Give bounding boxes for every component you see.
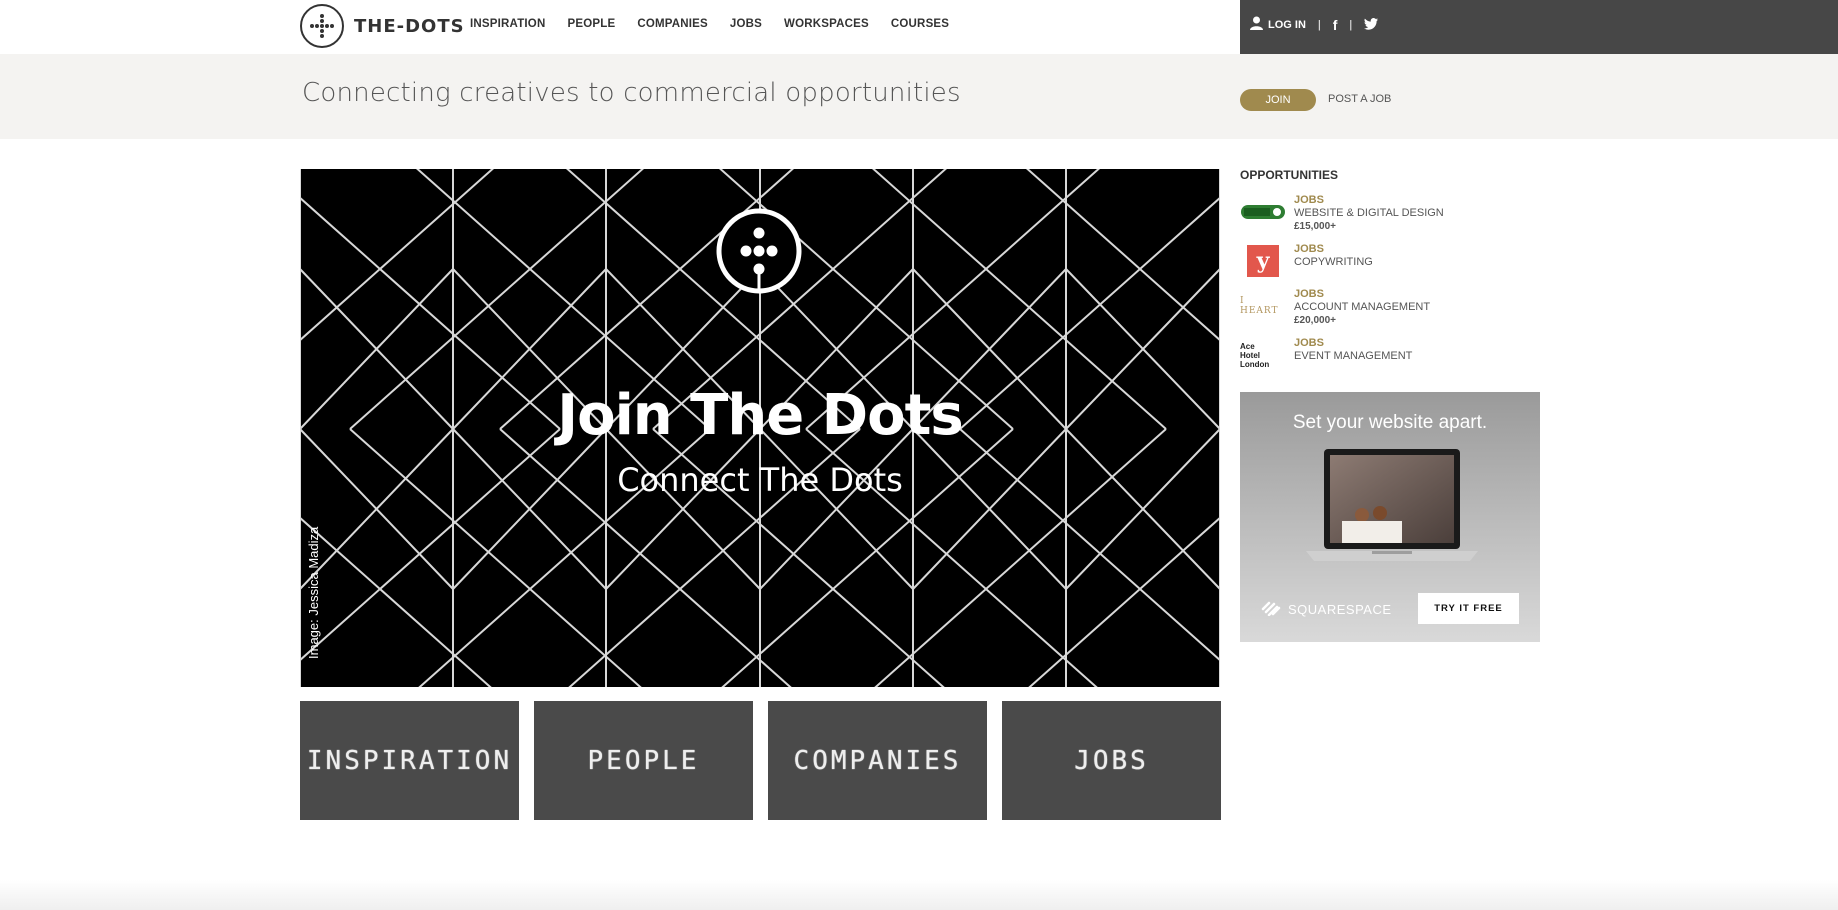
nav-people[interactable]: PEOPLE: [567, 18, 615, 30]
nav-companies[interactable]: COMPANIES: [637, 18, 708, 30]
brand-name: THE-DOTS: [354, 15, 465, 37]
company-logo: I HEART: [1240, 296, 1279, 316]
ad-headline: Set your website apart.: [1292, 412, 1488, 433]
divider: |: [1317, 18, 1321, 31]
opportunities-heading: OPPORTUNITIES: [1240, 168, 1339, 182]
opportunity-item[interactable]: JOBS WEBSITE & DIGITAL DESIGN £15,000+: [1240, 194, 1444, 233]
opportunity-category: JOBS: [1294, 194, 1324, 206]
company-logo: Ace Hotel London: [1240, 341, 1270, 369]
hero-title: Join The Dots: [557, 383, 963, 448]
logo[interactable]: THE-DOTS: [300, 4, 465, 48]
dots-logo-icon: [300, 4, 344, 48]
image-credit: Image: Jessica Madiza: [306, 526, 321, 659]
company-logo: y: [1240, 243, 1286, 279]
dots-logo-icon: [716, 208, 802, 294]
hero-banner[interactable]: Join The Dots Connect The Dots Image: Je…: [300, 169, 1220, 687]
category-tiles: INSPIRATION PEOPLE COMPANIES JOBS: [300, 701, 1221, 820]
page-tagline: Connecting creatives to commercial oppor…: [302, 78, 961, 108]
nav-inspiration[interactable]: INSPIRATION: [470, 18, 545, 30]
opportunity-role: ACCOUNT MANAGEMENT: [1294, 301, 1431, 313]
post-job-link[interactable]: POST A JOB: [1328, 93, 1391, 105]
tile-people[interactable]: PEOPLE: [534, 701, 753, 820]
nav-workspaces[interactable]: WORKSPACES: [784, 18, 869, 30]
main-nav: INSPIRATION PEOPLE COMPANIES JOBS WORKSP…: [470, 18, 949, 30]
account-bar: LOG IN | f |: [1240, 0, 1838, 54]
user-icon: [1250, 16, 1263, 33]
try-it-free-button[interactable]: TRY IT FREE: [1418, 593, 1519, 624]
tile-companies[interactable]: COMPANIES: [768, 701, 987, 820]
opportunity-item[interactable]: I HEART JOBS ACCOUNT MANAGEMENT £20,000+: [1240, 288, 1430, 327]
tile-inspiration[interactable]: INSPIRATION: [300, 701, 519, 820]
join-button[interactable]: JOIN: [1240, 89, 1316, 111]
opportunity-role: COPYWRITING: [1294, 256, 1373, 268]
opportunity-category: JOBS: [1294, 288, 1324, 300]
tile-label: COMPANIES: [793, 745, 962, 776]
opportunity-salary: £20,000+: [1294, 315, 1336, 326]
laptop-image: [1306, 449, 1478, 561]
ad-brand-name: SQUARESPACE: [1288, 602, 1392, 617]
company-logo: [1240, 194, 1286, 230]
login-link[interactable]: LOG IN: [1268, 19, 1306, 31]
facebook-icon[interactable]: f: [1333, 17, 1338, 33]
tile-label: JOBS: [1074, 745, 1149, 776]
nav-jobs[interactable]: JOBS: [730, 18, 762, 30]
tile-jobs[interactable]: JOBS: [1002, 701, 1221, 820]
opportunity-role: WEBSITE & DIGITAL DESIGN: [1294, 207, 1444, 219]
opportunity-item[interactable]: Ace Hotel London JOBS EVENT MANAGEMENT: [1240, 337, 1412, 373]
squarespace-ad[interactable]: Set your website apart. SQUARESPACE TRY …: [1240, 392, 1540, 642]
page-bottom: [0, 880, 1838, 910]
tile-label: PEOPLE: [587, 745, 700, 776]
tile-label: INSPIRATION: [306, 745, 513, 776]
opportunity-item[interactable]: y JOBS COPYWRITING: [1240, 243, 1373, 279]
opportunity-salary: £15,000+: [1294, 221, 1336, 232]
squarespace-brand: SQUARESPACE: [1260, 600, 1392, 619]
hero-subtitle: Connect The Dots: [617, 461, 903, 499]
nav-courses[interactable]: COURSES: [891, 18, 949, 30]
opportunity-category: JOBS: [1294, 337, 1324, 349]
opportunity-category: JOBS: [1294, 243, 1324, 255]
login-group: LOG IN | f |: [1250, 16, 1379, 33]
opportunity-role: EVENT MANAGEMENT: [1294, 350, 1413, 362]
divider: |: [1349, 18, 1353, 31]
twitter-icon[interactable]: [1364, 17, 1379, 33]
squarespace-logo-icon: [1260, 600, 1282, 619]
subheader: Connecting creatives to commercial oppor…: [0, 54, 1838, 139]
